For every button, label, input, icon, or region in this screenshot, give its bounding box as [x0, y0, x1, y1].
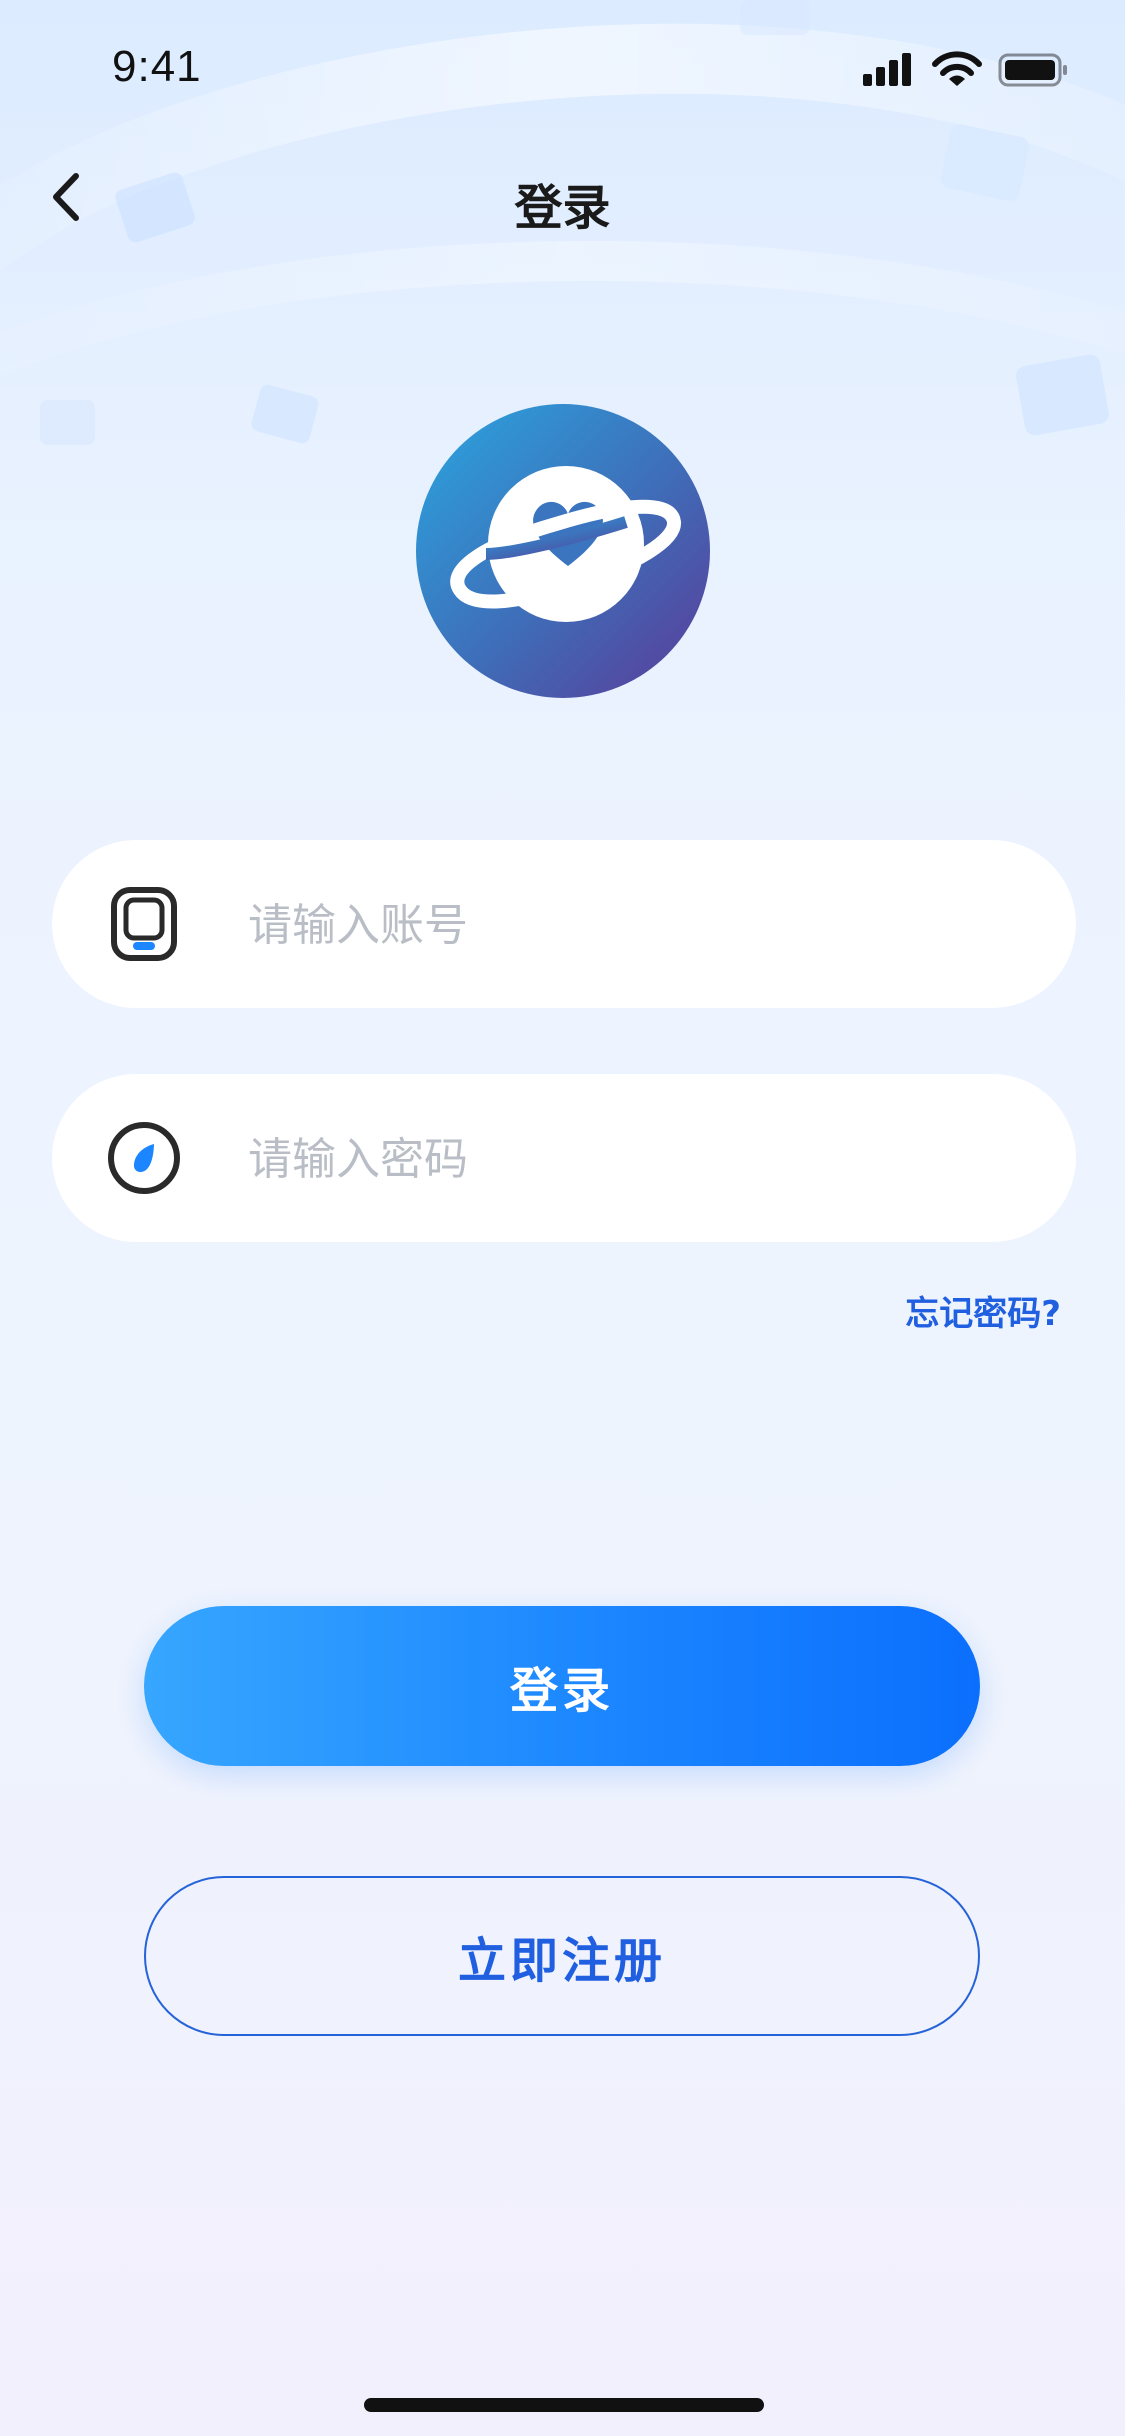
page-title: 登录	[514, 180, 611, 236]
password-input[interactable]	[246, 1114, 1030, 1204]
login-button-label: 登录	[509, 1663, 614, 1719]
password-field[interactable]	[52, 1074, 1076, 1242]
lock-dial-icon	[108, 1122, 180, 1194]
battery-icon	[998, 53, 1067, 87]
status-icons	[863, 51, 1067, 87]
register-button-label: 立即注册	[457, 1933, 666, 1989]
phone-icon	[111, 887, 177, 961]
forgot-password-link[interactable]: 忘记密码?	[905, 1286, 1061, 1335]
register-button[interactable]: 立即注册	[144, 1876, 980, 2036]
login-button[interactable]: 登录	[144, 1606, 980, 1766]
signal-icon	[863, 53, 911, 86]
home-indicator	[364, 2398, 764, 2412]
wifi-icon	[932, 51, 982, 86]
nav-bar: 登录	[0, 150, 1125, 250]
account-field[interactable]	[52, 840, 1076, 1008]
status-bar: 9:41	[0, 0, 1125, 140]
planet-heart-icon	[416, 404, 710, 698]
account-input[interactable]	[246, 880, 1030, 970]
status-time: 9:41	[112, 42, 202, 91]
